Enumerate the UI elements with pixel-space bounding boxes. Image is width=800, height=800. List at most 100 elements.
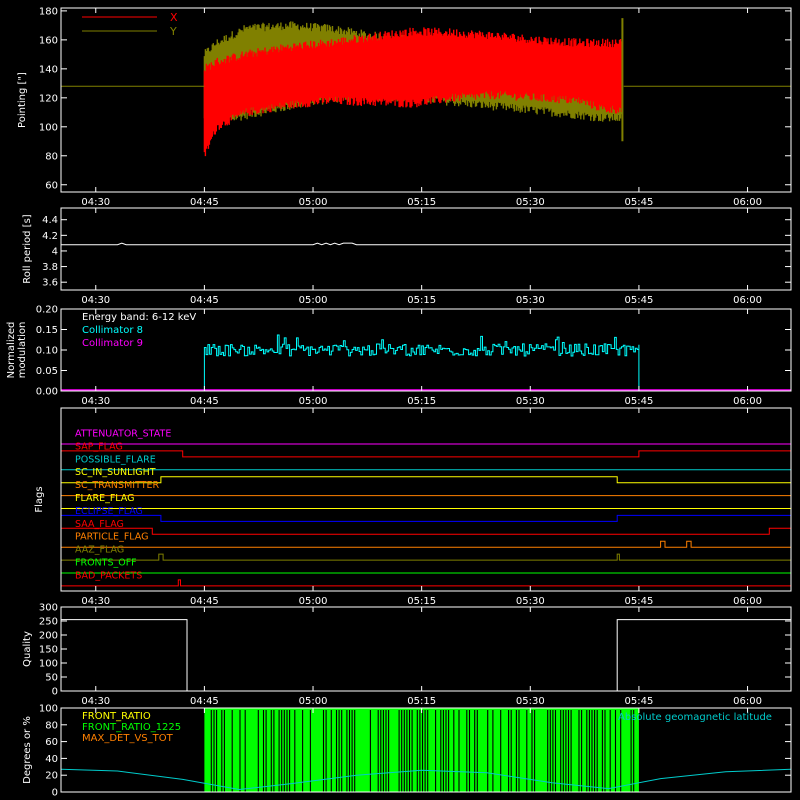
flag-line-eclipse-flag xyxy=(61,514,791,522)
pointing-xtick-label: 04:45 xyxy=(190,197,219,208)
quality-xtick-label: 06:00 xyxy=(733,696,762,707)
modulation-xtick-label: 04:45 xyxy=(190,396,219,407)
ratios-ytick-label: 20 xyxy=(45,771,58,782)
modulation-ytick-label: 0.20 xyxy=(36,305,58,316)
modulation-ylabel-2: modulation xyxy=(17,322,28,379)
pointing-ytick-label: 180 xyxy=(39,6,58,17)
energy-band-label: Energy band: 6-12 keV xyxy=(82,312,196,323)
roll-xtick-label: 05:30 xyxy=(516,295,545,306)
roll-xtick-label: 04:30 xyxy=(81,295,110,306)
ratios-ylabel: Degrees or % xyxy=(22,716,33,784)
flag-label-sap-flag: SAP_FLAG xyxy=(75,441,123,452)
legend-max-det-vs-tot: MAX_DET_VS_TOT xyxy=(82,733,174,744)
legend-front-ratio-1225: FRONT_RATIO_1225 xyxy=(82,722,181,733)
quality-xtick-label: 04:30 xyxy=(81,696,110,707)
flag-line-sc-in-sunlight xyxy=(61,476,791,484)
flag-label-aaz-flag: AAZ_FLAG xyxy=(75,545,124,556)
flags-xtick-label: 05:45 xyxy=(625,596,654,607)
roll-xtick-label: 06:00 xyxy=(733,295,762,306)
flag-line-bad-packets xyxy=(61,579,791,587)
roll-xtick-label: 05:00 xyxy=(299,295,328,306)
flag-label-possible-flare: POSSIBLE_FLARE xyxy=(75,454,156,465)
flag-label-bad-packets: BAD_PACKETS xyxy=(75,570,142,581)
flag-label-saa-flag: SAA_FLAG xyxy=(75,519,124,530)
quality-xtick-label: 05:00 xyxy=(299,696,328,707)
roll-period-line xyxy=(60,242,791,246)
quality-ytick-label: 150 xyxy=(39,645,58,656)
ratios-ytick-label: 40 xyxy=(45,754,58,765)
modulation-xtick-label: 05:45 xyxy=(625,396,654,407)
pointing-ytick-label: 100 xyxy=(39,122,58,133)
quality-ytick-label: 200 xyxy=(39,631,58,642)
quality-xtick-label: 05:15 xyxy=(407,696,436,707)
flags-xtick-label: 05:00 xyxy=(299,596,328,607)
modulation-xtick-label: 06:00 xyxy=(733,396,762,407)
modulation-xtick-label: 05:15 xyxy=(407,396,436,407)
pointing-ytick-label: 80 xyxy=(45,151,58,162)
pointing-xtick-label: 06:00 xyxy=(733,197,762,208)
modulation-xtick-label: 05:30 xyxy=(516,396,545,407)
roll-frame xyxy=(60,207,792,291)
front-ratio-1225-fill xyxy=(204,708,639,792)
legend-collimator-9: Collimator 9 xyxy=(82,338,143,349)
roll-ytick-label: 3.8 xyxy=(42,262,58,273)
flags-xtick-label: 04:30 xyxy=(81,596,110,607)
roll-xtick-label: 05:45 xyxy=(625,295,654,306)
flag-label-flare-flag: FLARE_FLAG xyxy=(75,493,135,504)
quality-xtick-label: 05:30 xyxy=(516,696,545,707)
roll-ytick-label: 4.2 xyxy=(42,231,58,242)
quality-line xyxy=(61,619,791,692)
flag-label-attenuator-state: ATTENUATOR_STATE xyxy=(75,429,171,440)
quality-xtick-label: 05:45 xyxy=(625,696,654,707)
flag-label-fronts-off: FRONTS_OFF xyxy=(75,558,137,569)
quicklook-chart: 60 80 100 120 140 160 180 04:30 04:45 05:00 05:15 0… xyxy=(6,6,792,799)
flag-line-saa-flag xyxy=(61,527,791,535)
quality-ylabel: Quality xyxy=(22,631,33,667)
roll-ytick-label: 4 xyxy=(52,246,58,257)
quality-ytick-label: 250 xyxy=(39,617,58,628)
roll-xtick-label: 05:15 xyxy=(407,295,436,306)
roll-ylabel: Roll period [s] xyxy=(22,214,33,283)
pointing-ytick-label: 60 xyxy=(45,180,58,191)
flag-line-sap-flag xyxy=(61,450,791,458)
ratios-ytick-label: 100 xyxy=(39,704,58,715)
legend-front-ratio: FRONT_RATIO xyxy=(82,711,151,722)
modulation-ytick-label: 0.10 xyxy=(36,346,58,357)
roll-ytick-label: 4.4 xyxy=(42,215,58,226)
roll-ytick-label: 3.6 xyxy=(42,278,58,289)
quality-ytick-label: 0 xyxy=(52,687,58,698)
ratios-ytick-label: 0 xyxy=(52,788,58,799)
flags-xtick-label: 06:00 xyxy=(733,596,762,607)
legend-geomagnetic-latitude: Absolute geomagnetic latitude xyxy=(618,712,772,723)
roll-xtick-label: 04:45 xyxy=(190,295,219,306)
quality-xtick-label: 04:45 xyxy=(190,696,219,707)
pointing-ytick-label: 160 xyxy=(39,35,58,46)
pointing-xtick-label: 05:30 xyxy=(516,197,545,208)
flags-xtick-label: 05:30 xyxy=(516,596,545,607)
flag-label-sc-transmitter: SC_TRANSMITTER xyxy=(75,480,160,491)
quality-ytick-label: 50 xyxy=(45,673,58,684)
flag-line-aaz-flag xyxy=(61,553,791,561)
modulation-ylabel-1: Normalized xyxy=(6,322,17,379)
flags-xtick-label: 04:45 xyxy=(190,596,219,607)
flag-label-particle-flag: PARTICLE_FLAG xyxy=(75,532,148,543)
ratios-ytick-label: 80 xyxy=(45,720,58,731)
pointing-xtick-label: 05:00 xyxy=(299,197,328,208)
legend-label-x: X xyxy=(170,11,178,24)
pointing-ytick-label: 120 xyxy=(39,93,58,104)
modulation-ytick-label: 0.00 xyxy=(36,387,58,398)
pointing-xtick-label: 05:45 xyxy=(625,197,654,208)
pointing-xtick-label: 04:30 xyxy=(81,197,110,208)
modulation-ytick-label: 0.15 xyxy=(36,325,58,336)
modulation-xtick-label: 04:30 xyxy=(81,396,110,407)
quality-ytick-label: 100 xyxy=(39,659,58,670)
flags-ylabel: Flags xyxy=(34,486,45,512)
flag-label-sc-in-sunlight: SC_IN_SUNLIGHT xyxy=(75,467,156,478)
modulation-ytick-label: 0.05 xyxy=(36,366,58,377)
ratios-ytick-label: 60 xyxy=(45,737,58,748)
flag-label-eclipse-flag: ECLIPSE_FLAG xyxy=(75,506,143,517)
pointing-xtick-label: 05:15 xyxy=(407,197,436,208)
pointing-ylabel: Pointing ["] xyxy=(17,72,28,128)
quality-ytick-label: 300 xyxy=(39,603,58,614)
flag-line-particle-flag xyxy=(61,540,791,548)
